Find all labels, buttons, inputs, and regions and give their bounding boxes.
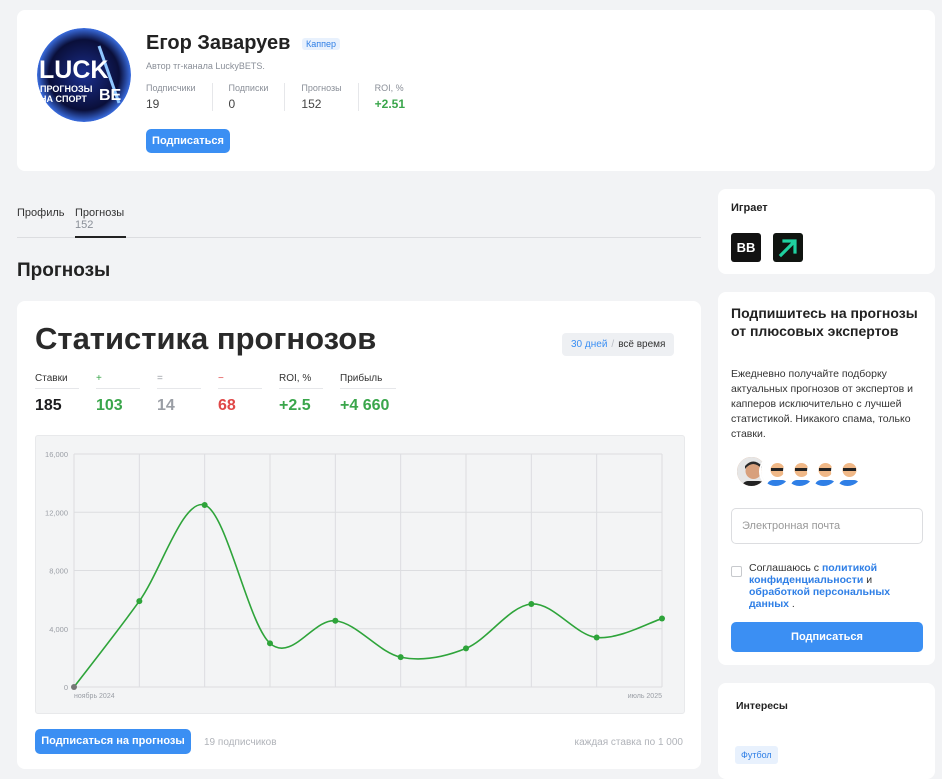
x-tick-label: ноябрь 2024 [74, 692, 115, 700]
subscribe-button[interactable]: Подписаться [146, 129, 230, 153]
profile-name: Егор Заваруев [146, 32, 291, 54]
plays-title: Играет [731, 202, 768, 214]
y-tick-label: 0 [64, 683, 68, 692]
stat-label: ROI, % [374, 83, 404, 93]
y-tick-label: 12,000 [45, 508, 68, 517]
metric-label: ROI, % [279, 373, 323, 389]
profile-stats: Подписчики 19 Подписки 0 Прогнозы 152 RO… [146, 83, 437, 111]
y-tick-label: 8,000 [49, 567, 68, 576]
tab-count: 152 [75, 219, 94, 231]
metric-label: Прибыль [340, 373, 396, 389]
y-tick-label: 4,000 [49, 625, 68, 634]
stat-label: Подписки [228, 83, 269, 93]
x-tick-label: июль 2025 [628, 693, 662, 700]
period-30-days[interactable]: 30 дней [571, 339, 607, 350]
personal-data-link[interactable]: обработкой персональных данных [749, 586, 890, 610]
data-point [463, 645, 469, 652]
statistics-card: Статистика прогнозов 30 дней / всё время… [17, 301, 701, 769]
metric-roi: ROI, % +2.5 [279, 373, 340, 415]
consent-mid: и [863, 574, 873, 586]
interests-card: Интересы Футбол [718, 683, 935, 779]
interest-tag-football[interactable]: Футбол [735, 746, 778, 764]
stat-value: 0 [228, 97, 236, 111]
period-separator: / [611, 339, 615, 350]
tab-label: Прогнозы [75, 207, 125, 219]
avatar-logo-icon: LUCK BE ПРОГНОЗЫ НА СПОРТ [37, 28, 131, 122]
bookmaker-arrow-icon[interactable] [773, 233, 803, 262]
profile-subtitle: Автор тг-канала LuckyBETS. [146, 61, 265, 71]
data-point [332, 617, 339, 624]
bet-size-note: каждая ставка по 1 000 [574, 737, 684, 748]
metrics-row: Ставки 185 + 103 = 14 − 68 ROI, % +2.5 П… [35, 373, 420, 415]
metric-label: Ставки [35, 373, 79, 389]
data-point [136, 598, 143, 605]
role-badge: Каппер [302, 38, 341, 50]
promo-title: Подпишитесь на прогнозы от плюсовых эксп… [731, 305, 918, 339]
profit-chart: 0 4,000 8,000 12,000 16,000 ноябрь 2024 июль 2… [35, 435, 685, 714]
metric-value: 14 [157, 397, 175, 414]
metric-bets: Ставки 185 [35, 373, 96, 415]
metric-label: + [96, 373, 140, 389]
metric-label: − [218, 373, 262, 389]
tab-label: Профиль [17, 207, 65, 219]
profit-chart-svg: 0 4,000 8,000 12,000 16,000 ноябрь 2024 июль 2… [45, 450, 665, 700]
statistics-title: Статистика прогнозов [35, 321, 377, 356]
stat-roi: ROI, % +2.51 [375, 83, 421, 111]
promo-subscribe-button[interactable]: Подписаться [731, 622, 923, 652]
metric-label: = [157, 373, 201, 389]
period-toggle: 30 дней / всё время [562, 333, 675, 356]
subscribe-predictions-button[interactable]: Подписаться на прогнозы [35, 729, 191, 754]
stat-label: Подписчики [146, 83, 196, 93]
data-point [397, 654, 404, 661]
metric-value: +4 660 [340, 397, 390, 414]
metric-profit: Прибыль +4 660 [340, 373, 420, 415]
expert-avatar [831, 455, 864, 488]
stat-value: +2.51 [374, 97, 406, 111]
data-point [201, 501, 208, 508]
interests-title: Интересы [736, 700, 788, 712]
metric-draws: = 14 [157, 373, 218, 415]
svg-text:LUCK: LUCK [39, 56, 108, 84]
metric-wins: + 103 [96, 373, 157, 415]
section-title: Прогнозы [17, 260, 111, 281]
profile-tabs: Профиль Прогнозы 152 [17, 207, 701, 238]
subscribe-promo-card: Подпишитесь на прогнозы от плюсовых эксп… [718, 292, 935, 665]
y-tick-label: 16,000 [45, 450, 68, 459]
metric-value: 103 [96, 397, 123, 414]
stat-subscribers[interactable]: Подписчики 19 [146, 83, 213, 111]
avatar: LUCK BE ПРОГНОЗЫ НА СПОРТ [37, 28, 131, 122]
stat-label: Прогнозы [301, 83, 342, 93]
series-line [73, 504, 663, 688]
data-point [528, 600, 535, 607]
period-all-time[interactable]: всё время [618, 339, 665, 350]
data-point [71, 684, 77, 690]
svg-text:НА СПОРТ: НА СПОРТ [40, 94, 87, 104]
svg-text:BE: BE [99, 87, 122, 104]
tab-predictions[interactable]: Прогнозы 152 [75, 207, 126, 238]
data-point [267, 640, 273, 647]
email-field[interactable]: Электронная почта [731, 508, 923, 544]
stat-predictions[interactable]: Прогнозы 152 [301, 83, 359, 111]
data-point [659, 615, 665, 622]
consent-text: Соглашаюсь с политикой конфиденциальност… [749, 562, 929, 610]
subscribers-count: 19 подписчиков [204, 737, 277, 748]
stat-subscriptions[interactable]: Подписки 0 [229, 83, 286, 111]
consent-checkbox[interactable] [731, 566, 742, 577]
metric-value: 68 [218, 397, 236, 414]
metric-value: 185 [35, 397, 62, 414]
metric-losses: − 68 [218, 373, 279, 415]
profile-card: LUCK BE ПРОГНОЗЫ НА СПОРТ Егор Заваруев … [17, 10, 935, 171]
svg-text:ПРОГНОЗЫ: ПРОГНОЗЫ [40, 84, 93, 94]
arrow-up-right-icon [778, 239, 797, 258]
data-point [593, 634, 600, 641]
promo-description: Ежедневно получайте подборку актуальных … [731, 368, 913, 440]
bookmaker-bb-icon[interactable]: BB [731, 233, 761, 262]
metric-value: +2.5 [279, 397, 311, 414]
tab-profile[interactable]: Профиль [17, 207, 65, 219]
consent-prefix: Соглашаюсь с [749, 562, 822, 574]
consent-suffix: . [789, 598, 795, 610]
plays-card: Играет BB [718, 189, 935, 274]
stat-value: 19 [146, 97, 160, 111]
stat-value: 152 [301, 97, 322, 111]
